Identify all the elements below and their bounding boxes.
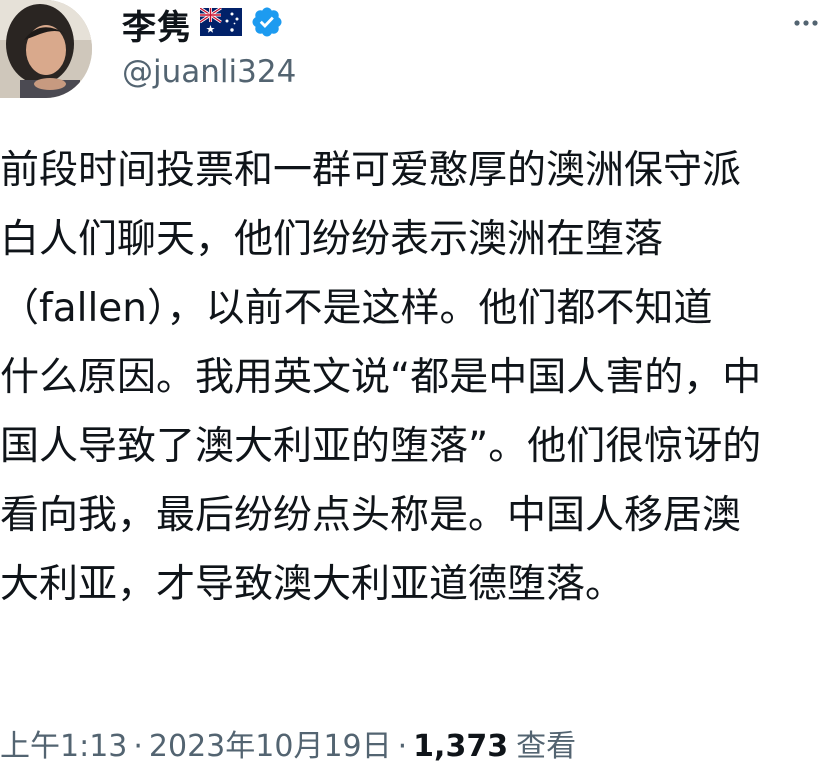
tweet-time[interactable]: 上午1:13 (0, 721, 127, 765)
tweet-text-line: 前段时间投票和一群可爱憨厚的澳洲保守派 (0, 148, 742, 193)
avatar[interactable] (0, 0, 92, 98)
views-label: 查看 (516, 729, 577, 764)
views-count[interactable]: 1,373 (413, 729, 508, 764)
tweet-meta: 上午1:13 · 2023年10月19日 · 1,373 查看 (0, 721, 576, 765)
verified-badge-icon[interactable] (250, 5, 284, 43)
tweet-text-line: 白人们聊天，他们纷纷表示澳洲在堕落 (0, 217, 664, 262)
meta-separator: · (133, 729, 143, 764)
tweet-header: 李隽 @juanli324 (0, 0, 825, 110)
tweet-text-line: 国人导致了澳大利亚的堕落”。他们很惊讶的 (0, 424, 762, 469)
tweet-text-line: 大利亚，才导致澳大利亚道德堕落。 (0, 562, 625, 607)
profile-photo (0, 0, 92, 98)
more-horizontal-icon[interactable] (791, 8, 821, 38)
tweet-date[interactable]: 2023年10月19日 (149, 721, 392, 765)
handle[interactable]: @juanli324 (122, 54, 296, 90)
display-name[interactable]: 李隽 (122, 0, 192, 49)
tweet-text-line: 什么原因。我用英文说“都是中国人害的，中 (0, 355, 762, 400)
tweet-text: 前段时间投票和一群可爱憨厚的澳洲保守派 白人们聊天，他们纷纷表示澳洲在堕落 （f… (0, 136, 825, 619)
tweet-text-line: 看向我，最后纷纷点头称是。中国人移居澳 (0, 493, 742, 538)
meta-separator: · (397, 729, 408, 764)
name-row: 李隽 (122, 0, 284, 49)
australia-flag-icon (199, 6, 242, 40)
tweet-text-line: （fallen），以前不是这样。他们都不知道 (0, 286, 713, 331)
